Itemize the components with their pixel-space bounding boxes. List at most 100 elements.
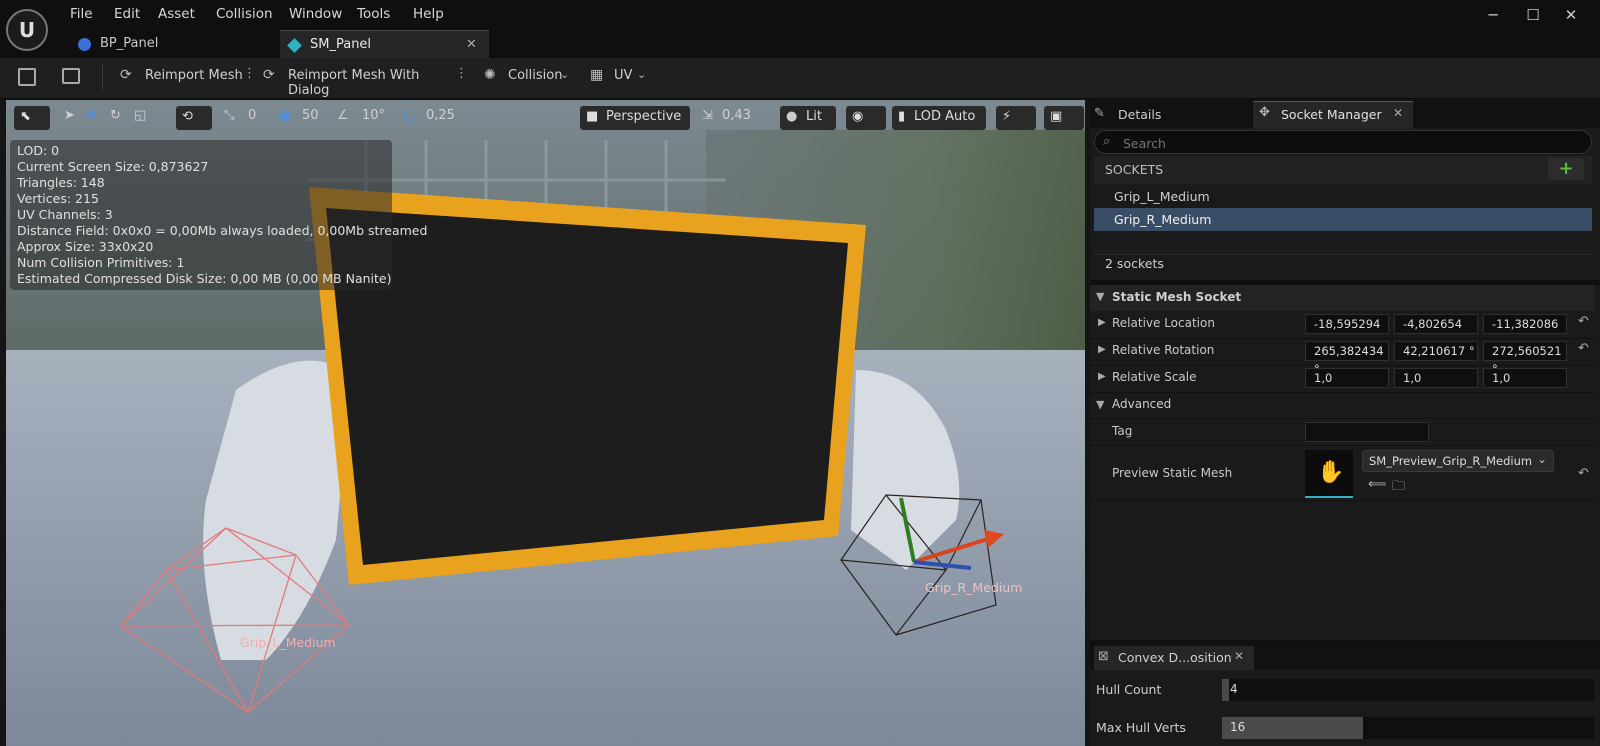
use-selected-icon[interactable]: ⟸ [1368, 477, 1387, 492]
close-tab-icon[interactable]: ✕ [1393, 106, 1403, 120]
tab-convex-decomposition[interactable]: ⊠ Convex D...osition ✕ [1094, 646, 1254, 670]
relative-location-label: Relative Location [1112, 316, 1215, 330]
uv-dropdown[interactable]: ▦ UV ⌄ [590, 66, 652, 90]
menu-help[interactable]: Help [413, 6, 444, 22]
max-hull-verts-slider[interactable]: 16 [1222, 717, 1594, 739]
collapse-arrow-icon[interactable]: ▼ [1096, 398, 1104, 411]
angle-snap-value[interactable]: 10° [362, 108, 385, 123]
close-tab-icon[interactable]: ✕ [466, 31, 477, 59]
camera-speed-icon[interactable]: ⇲ [702, 108, 713, 123]
blueprint-icon [78, 38, 91, 51]
preview-mesh-dropdown[interactable]: SM_Preview_Grip_R_Medium ⌄ [1362, 450, 1554, 472]
mesh-thumbnail[interactable]: ✋ [1305, 450, 1353, 498]
tab-details-label: Details [1118, 107, 1162, 122]
socket-icon: ✥ [1259, 105, 1270, 120]
rotation-x-field[interactable]: 265,382434 ° [1305, 341, 1389, 376]
reimport-dialog-icon: ⟳ [263, 67, 275, 83]
tab-bp-panel[interactable]: BP_Panel [70, 30, 274, 58]
maximize-icon[interactable]: ☐ [1518, 4, 1548, 26]
scale-y-field[interactable]: 1,0 [1394, 368, 1478, 388]
search-input[interactable] [1121, 133, 1565, 153]
rotation-z-field[interactable]: 272,560521 ° [1483, 341, 1567, 376]
stat-line: UV Channels: 3 [17, 207, 113, 222]
scale-snap-icon[interactable]: ◳ [403, 108, 415, 123]
section-title: Static Mesh Socket [1112, 290, 1242, 304]
coordinate-space-dropdown[interactable]: ⟲ [176, 106, 212, 130]
save-icon[interactable] [18, 68, 36, 86]
menu-tools[interactable]: Tools [357, 6, 390, 22]
scalability-icon: ⚡ [1002, 109, 1012, 124]
menu-file[interactable]: File [70, 6, 93, 22]
left-socket-label[interactable]: Grip_L_Medium [240, 635, 336, 650]
divider [1090, 500, 1594, 501]
layout-dropdown[interactable]: ▣ [1044, 106, 1084, 130]
stat-line: Estimated Compressed Disk Size: 0,00 MB … [17, 271, 392, 286]
reimport-options-icon[interactable]: ⋮ [243, 66, 256, 81]
socket-list-item[interactable]: Grip_L_Medium [1094, 185, 1592, 208]
close-window-icon[interactable]: ✕ [1556, 4, 1586, 26]
menu-window[interactable]: Window [289, 6, 342, 22]
menu-asset[interactable]: Asset [158, 6, 195, 22]
translate-tool-icon[interactable]: ✥ [86, 108, 97, 123]
tag-input[interactable] [1305, 422, 1429, 442]
scale-tool-icon[interactable]: ◱ [134, 108, 146, 123]
select-tool-icon[interactable]: ➤ [64, 108, 75, 123]
surface-snap-icon[interactable]: ⤡ [224, 108, 234, 123]
socket-count: 2 sockets [1105, 256, 1164, 271]
collapse-arrow-icon[interactable]: ▼ [1096, 290, 1104, 303]
scale-z-field[interactable]: 1,0 [1483, 368, 1567, 388]
scale-snap-value[interactable]: 0,25 [426, 108, 455, 123]
browse-icon[interactable]: 🗀 [1392, 477, 1405, 499]
location-y-field[interactable]: -4,802654 [1394, 314, 1478, 334]
reset-icon[interactable]: ↶ [1578, 314, 1589, 329]
hull-count-slider[interactable]: 4 [1222, 679, 1594, 701]
static-mesh-icon [287, 38, 302, 53]
menu-edit[interactable]: Edit [114, 6, 140, 22]
angle-snap-icon[interactable]: ∠ [337, 108, 349, 123]
scale-x-field[interactable]: 1,0 [1305, 368, 1389, 388]
divider [1090, 392, 1594, 393]
location-x-field[interactable]: -18,595294 [1305, 314, 1389, 334]
grid-snap-icon[interactable]: ▦ [278, 108, 290, 123]
right-socket-label[interactable]: Grip_R_Medium [925, 580, 1022, 595]
collision-icon: ✺ [484, 67, 496, 83]
add-socket-icon[interactable]: + [1548, 158, 1584, 180]
expand-arrow-icon[interactable]: ▶ [1098, 317, 1106, 328]
tab-label: SM_Panel [310, 37, 372, 52]
browse-asset-icon[interactable] [62, 68, 80, 84]
expand-arrow-icon[interactable]: ▶ [1098, 371, 1106, 382]
grid-snap-value[interactable]: 50 [302, 108, 319, 123]
tab-socket-manager-label: Socket Manager [1281, 107, 1382, 122]
close-tab-icon[interactable]: ✕ [1234, 649, 1244, 663]
socket-list-item-selected[interactable]: Grip_R_Medium [1094, 208, 1592, 231]
lod-dropdown[interactable]: ▮ LOD Auto [892, 106, 986, 130]
uv-label: UV [614, 68, 633, 83]
rotate-tool-icon[interactable]: ↻ [110, 108, 121, 123]
expand-arrow-icon[interactable]: ▶ [1098, 344, 1106, 355]
unreal-logo-icon[interactable]: U [6, 9, 48, 51]
location-z-field[interactable]: -11,382086 [1483, 314, 1567, 334]
reimport-dialog-button[interactable]: ⟳ Reimport Mesh With Dialog [263, 66, 463, 98]
select-mode-dropdown[interactable]: ⬉ [14, 106, 50, 130]
rotation-snap-value[interactable]: 0 [248, 108, 256, 123]
view-mode-dropdown[interactable]: ■ Perspective [580, 106, 690, 130]
reimport-icon: ⟳ [120, 67, 132, 83]
socket-name: Grip_R_Medium [1114, 212, 1212, 227]
reset-icon[interactable]: ↶ [1578, 341, 1589, 356]
more-options-icon[interactable]: ⋮ [455, 66, 468, 81]
tab-details[interactable]: ✎ Details [1094, 103, 1244, 127]
camera-speed-value[interactable]: 0,43 [722, 108, 751, 123]
collision-dropdown[interactable]: ✺ Collision ⌄ [484, 66, 574, 90]
tab-socket-manager[interactable]: ✥ Socket Manager ✕ [1253, 101, 1413, 129]
search-box[interactable]: ⌕ [1094, 130, 1592, 154]
reset-icon[interactable]: ↶ [1578, 466, 1589, 481]
lighting-dropdown[interactable]: ● Lit [780, 106, 836, 130]
show-flags-dropdown[interactable]: ◉ [846, 106, 886, 130]
tab-sm-panel[interactable]: SM_Panel ✕ [280, 30, 489, 58]
menu-collision[interactable]: Collision [216, 6, 273, 22]
details-icon: ✎ [1094, 106, 1105, 121]
rotation-y-field[interactable]: 42,210617 ° [1394, 341, 1478, 361]
performance-dropdown[interactable]: ⚡ [996, 106, 1036, 130]
sockets-header-label: SOCKETS [1105, 162, 1164, 177]
minimize-icon[interactable]: ─ [1478, 4, 1508, 26]
